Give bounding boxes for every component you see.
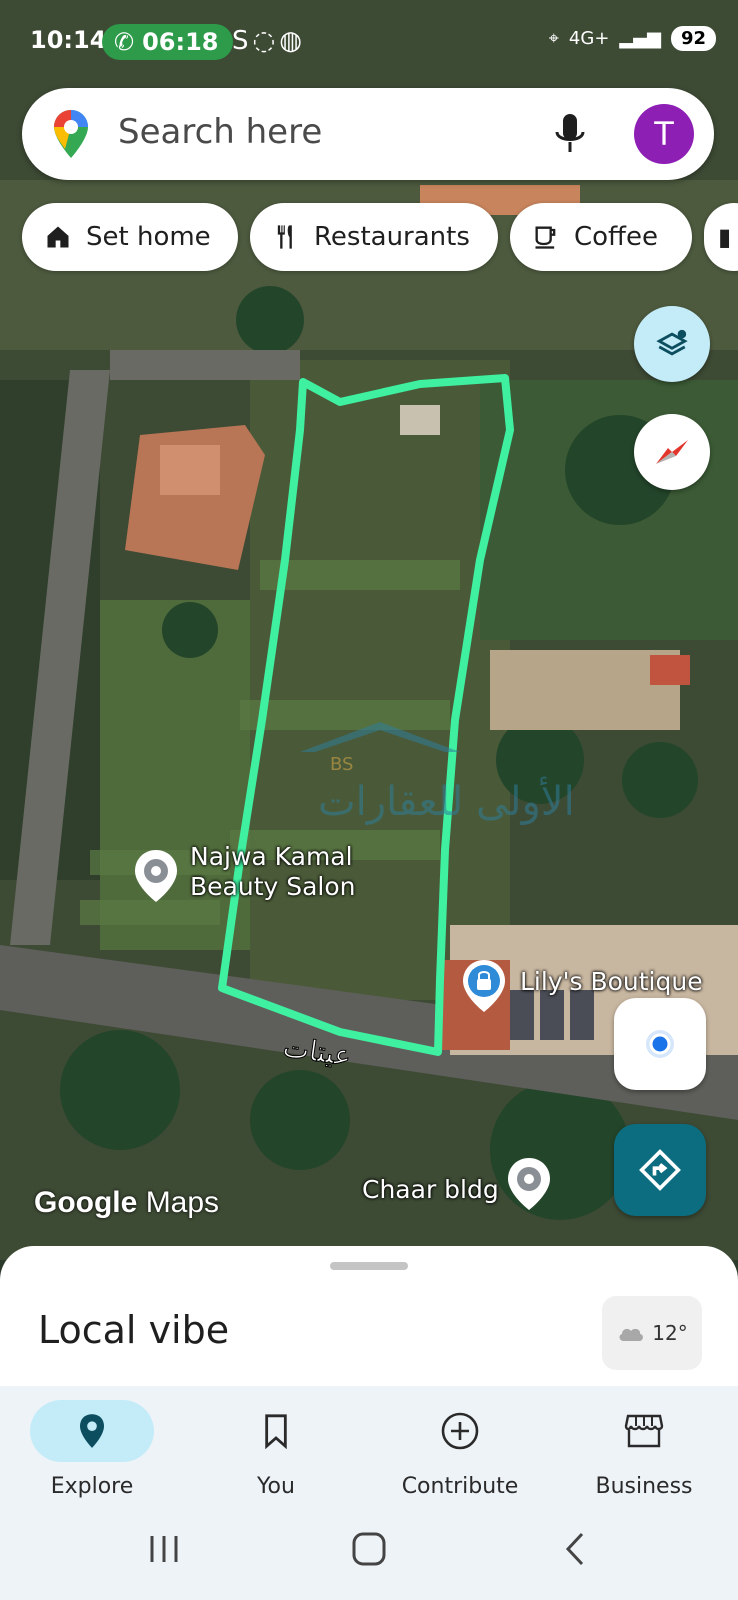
logo-google-word: Google <box>34 1186 138 1219</box>
temperature: 12° <box>652 1321 688 1345</box>
nav-icon-wrap <box>398 1400 522 1462</box>
place-label-line: Najwa Kamal <box>190 842 353 871</box>
chip-label: Restaurants <box>314 222 470 252</box>
whatsapp-icon: ◌ <box>252 26 280 56</box>
restaurant-icon <box>277 225 292 249</box>
home-button-icon[interactable] <box>350 1530 388 1568</box>
search-input[interactable]: Search here <box>118 112 322 152</box>
call-app-icon: ◍ <box>279 26 306 56</box>
sheet-drag-handle[interactable] <box>330 1262 408 1270</box>
signal-icon: ▂▄▆ <box>619 28 661 49</box>
status-bar: 10:14 ✆ 06:18 S◌◍ ⌖ 4G+ ▂▄▆ 92 <box>0 0 738 80</box>
microphone-icon[interactable] <box>552 110 588 158</box>
logo-maps-word: Maps <box>145 1186 220 1219</box>
gas-station-icon: ▮ <box>718 223 732 251</box>
nav-icon-wrap <box>214 1400 338 1462</box>
directions-icon <box>639 1149 681 1191</box>
system-navigation-bar <box>0 1498 738 1600</box>
explore-pin-icon <box>80 1414 104 1448</box>
bottom-navigation: Explore You Contribute Business <box>0 1386 738 1499</box>
place-label-lilys-boutique[interactable]: Lily's Boutique <box>520 967 703 997</box>
coffee-icon <box>535 226 556 249</box>
directions-button[interactable] <box>614 1124 706 1216</box>
svg-text:الأولى للعقارات: الأولى للعقارات <box>318 776 575 825</box>
location-icon: ⌖ <box>548 28 559 49</box>
compass-button[interactable] <box>634 414 710 490</box>
shopping-pin-icon[interactable] <box>460 958 508 1014</box>
layers-button[interactable] <box>634 306 710 382</box>
status-right: ⌖ 4G+ ▂▄▆ 92 <box>549 26 716 51</box>
home-icon <box>47 226 69 248</box>
nav-icon-wrap <box>30 1400 154 1462</box>
my-location-button[interactable] <box>614 998 706 1090</box>
back-icon[interactable] <box>560 1530 590 1568</box>
s-app-icon: S <box>232 26 253 56</box>
account-avatar[interactable]: T <box>634 104 694 164</box>
search-bar[interactable]: Search here T <box>22 88 714 180</box>
chip-label: Set home <box>86 222 211 252</box>
cloud-icon <box>619 1328 644 1341</box>
network-type: 4G+ <box>568 28 610 49</box>
chip-restaurants[interactable]: Restaurants <box>250 203 498 271</box>
battery-level: 92 <box>670 26 716 51</box>
nav-explore[interactable]: Explore <box>0 1386 184 1499</box>
my-location-icon <box>646 1030 674 1058</box>
notification-icons: S◌◍ <box>232 26 306 56</box>
nav-label: Contribute <box>401 1474 519 1499</box>
nav-contribute[interactable]: Contribute <box>368 1386 552 1499</box>
nav-label: Explore <box>50 1474 134 1499</box>
clock: 10:14 <box>30 26 107 54</box>
compass-icon <box>656 440 688 464</box>
nav-label: Business <box>595 1474 693 1499</box>
recent-apps-icon[interactable] <box>146 1532 182 1566</box>
call-timer: 06:18 <box>142 28 219 56</box>
add-circle-icon <box>441 1412 479 1450</box>
place-label-najwa-kamal[interactable]: Najwa Kamal Beauty Salon <box>190 842 356 902</box>
bookmark-icon <box>265 1414 287 1449</box>
chip-label: Coffee <box>574 222 658 252</box>
nav-label: You <box>257 1474 295 1499</box>
nav-icon-wrap <box>582 1400 706 1462</box>
layers-icon <box>656 329 688 356</box>
svg-text:BS: BS <box>330 754 353 775</box>
phone-icon: ✆ <box>114 28 135 56</box>
google-maps-logo: Google Maps <box>34 1186 219 1220</box>
chip-set-home[interactable]: Set home <box>22 203 238 271</box>
place-pin-icon[interactable] <box>132 848 180 904</box>
maps-pin-logo-icon <box>54 110 88 158</box>
storefront-icon <box>624 1414 664 1448</box>
nav-you[interactable]: You <box>184 1386 368 1499</box>
bottom-sheet[interactable]: Local vibe 12° <box>0 1246 738 1386</box>
sheet-title: Local vibe <box>38 1308 230 1352</box>
place-label-line: Beauty Salon <box>190 872 356 901</box>
place-label-chaar-bldg[interactable]: Chaar bldg <box>362 1175 499 1205</box>
place-pin-icon[interactable] <box>505 1156 553 1212</box>
chip-coffee[interactable]: Coffee <box>510 203 692 271</box>
weather-badge[interactable]: 12° <box>602 1296 702 1370</box>
nav-business[interactable]: Business <box>552 1386 736 1499</box>
ongoing-call-pill[interactable]: ✆ 06:18 <box>102 24 233 60</box>
